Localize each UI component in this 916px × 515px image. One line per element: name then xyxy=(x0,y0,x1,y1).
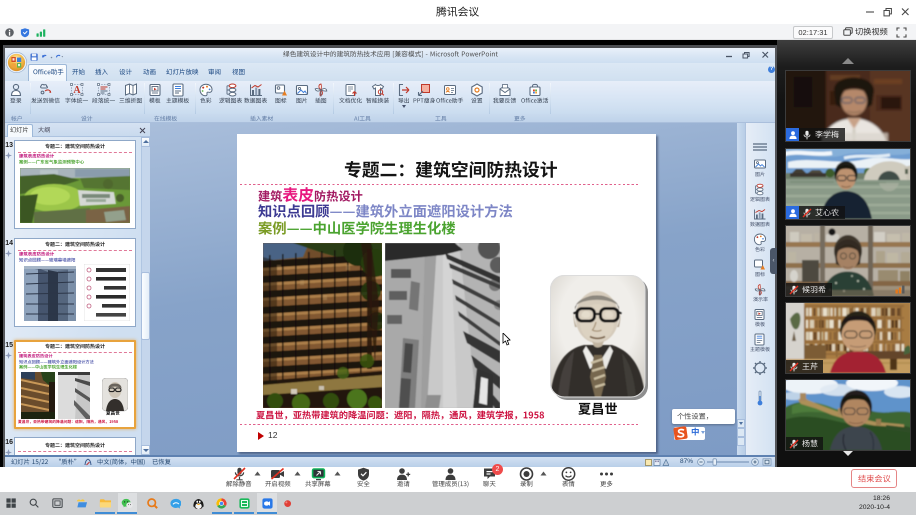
svg-text:A: A xyxy=(73,85,81,96)
